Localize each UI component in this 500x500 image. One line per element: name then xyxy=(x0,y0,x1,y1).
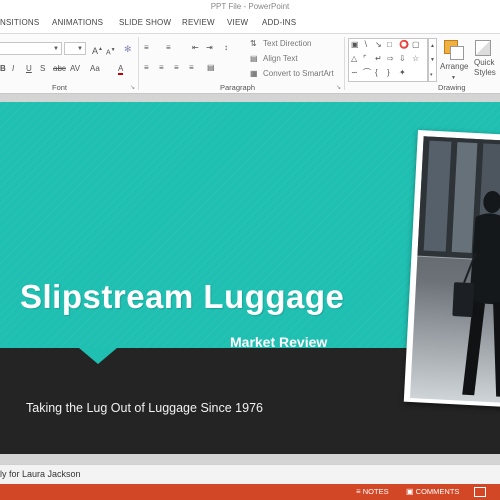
elbow-arrow-shape-icon[interactable]: ↵ xyxy=(375,54,382,64)
align-text-button[interactable]: Align Text xyxy=(263,54,298,63)
rectangle-shape-icon[interactable]: □ xyxy=(387,40,392,50)
status-bar: ≡ NOTES ▣ COMMENTS xyxy=(0,484,500,500)
arc-shape-icon[interactable]: ⌒ xyxy=(363,68,371,78)
justify-icon[interactable]: ≡ xyxy=(189,63,194,73)
arrow-line-shape-icon[interactable]: ↘ xyxy=(375,40,382,50)
slide-title[interactable]: Slipstream Luggage xyxy=(20,278,344,316)
oval-shape-icon[interactable]: ⭕ xyxy=(399,40,409,50)
font-group-label: Font xyxy=(52,83,68,92)
underline-button[interactable]: U xyxy=(26,64,32,74)
tab-review[interactable]: REVIEW xyxy=(182,18,215,27)
more-shapes-icon[interactable]: ▾ xyxy=(430,70,433,80)
bullets-icon[interactable]: ≡ xyxy=(144,43,149,53)
strikethrough-button[interactable]: abc xyxy=(53,64,66,74)
triangle-shape-icon[interactable]: △ xyxy=(351,54,357,64)
chevron-down-icon[interactable]: ▼ xyxy=(430,55,435,65)
tab-slide-show[interactable]: SLIDE SHOW xyxy=(119,18,171,27)
tab-transitions[interactable]: NSITIONS xyxy=(0,18,39,27)
shapes-gallery-scroll[interactable]: ▲ ▼ ▾ xyxy=(428,38,437,82)
font-name-dropdown[interactable]: ▼ xyxy=(0,42,62,55)
tab-view[interactable]: VIEW xyxy=(227,18,248,27)
columns-icon[interactable]: ▤ xyxy=(207,63,215,73)
group-divider xyxy=(344,37,345,90)
title-bar: PPT File - PowerPoint xyxy=(0,0,500,14)
normal-view-icon[interactable] xyxy=(474,487,486,497)
slide-photo[interactable] xyxy=(403,130,500,408)
arrange-icon-back xyxy=(450,46,464,60)
brace-shape-icon[interactable]: { xyxy=(375,68,378,78)
quick-styles-button[interactable]: Quick Styles xyxy=(472,38,500,82)
quick-styles-label-2: Styles xyxy=(474,68,496,77)
decrease-indent-icon[interactable]: ⇤ xyxy=(192,43,199,53)
decrease-font-size-button[interactable]: A▼ xyxy=(106,45,116,58)
ribbon: ▼ ▼ A▲ A▼ ✻ B I U S abc AV Aa A Font ↘ ≡… xyxy=(0,33,500,94)
arrange-button[interactable]: Arrange ▼ xyxy=(440,38,470,82)
right-arrow-shape-icon[interactable]: ⇨ xyxy=(387,54,394,64)
slide[interactable]: Slipstream Luggage Market Review Taking … xyxy=(0,102,500,454)
star-burst-shape-icon[interactable]: ✦ xyxy=(399,68,406,78)
numbering-icon[interactable]: ≡ xyxy=(166,43,171,53)
window-title: PPT File - PowerPoint xyxy=(210,2,290,11)
slide-notch-shape xyxy=(79,348,117,364)
text-direction-button[interactable]: Text Direction xyxy=(263,39,311,48)
elbow-connector-shape-icon[interactable]: ⌜ xyxy=(363,54,367,64)
character-spacing-button[interactable]: AV xyxy=(70,64,80,74)
chevron-down-icon: ▼ xyxy=(451,75,456,81)
arrange-label: Arrange xyxy=(440,62,469,71)
italic-button[interactable]: I xyxy=(12,64,14,74)
traveler-photo-image xyxy=(409,136,500,404)
align-center-icon[interactable]: ≡ xyxy=(159,63,164,73)
slide-tagline[interactable]: Taking the Lug Out of Luggage Since 1976 xyxy=(26,401,263,415)
paragraph-group-label: Paragraph xyxy=(220,83,256,92)
comment-icon: ▣ xyxy=(406,487,414,496)
author-info-text: ly for Laura Jackson xyxy=(0,469,81,479)
text-box-shape-icon[interactable]: ▣ xyxy=(351,40,359,50)
rounded-rectangle-shape-icon[interactable]: ▢ xyxy=(412,40,420,50)
align-text-icon: ▤ xyxy=(250,54,258,63)
down-arrow-shape-icon[interactable]: ⇩ xyxy=(399,54,406,64)
line-spacing-icon[interactable]: ↕ xyxy=(224,43,228,53)
group-divider xyxy=(138,37,139,90)
drawing-group-label: Drawing xyxy=(438,83,466,92)
tab-animations[interactable]: ANIMATIONS xyxy=(52,18,103,27)
curve-shape-icon[interactable]: ∽ xyxy=(351,68,358,78)
increase-indent-icon[interactable]: ⇥ xyxy=(206,43,213,53)
bold-button[interactable]: B xyxy=(0,64,6,74)
ribbon-tabs: NSITIONS ANIMATIONS SLIDE SHOW REVIEW VI… xyxy=(0,14,500,33)
quick-styles-icon xyxy=(475,40,491,56)
notes-strip[interactable]: ly for Laura Jackson xyxy=(0,464,500,484)
shapes-gallery[interactable]: ▣ ∖ ↘ □ ⭕ ▢ △ ⌜ ↵ ⇨ ⇩ ☆ ∽ ⌒ { } ✦ xyxy=(348,38,428,82)
change-case-button[interactable]: Aa xyxy=(90,64,100,74)
star-shape-icon[interactable]: ☆ xyxy=(412,54,419,64)
font-color-button[interactable]: A xyxy=(118,64,124,75)
notes-icon: ≡ xyxy=(356,487,361,496)
align-left-icon[interactable]: ≡ xyxy=(144,63,149,73)
increase-font-size-button[interactable]: A▲ xyxy=(92,44,103,56)
brace-right-shape-icon[interactable]: } xyxy=(387,68,390,78)
notes-button[interactable]: ≡ NOTES xyxy=(356,487,389,496)
slide-editing-area[interactable]: Slipstream Luggage Market Review Taking … xyxy=(0,94,500,464)
chevron-up-icon[interactable]: ▲ xyxy=(430,41,435,51)
text-shadow-button[interactable]: S xyxy=(40,64,45,74)
quick-styles-label-1: Quick xyxy=(474,58,495,67)
dialog-launcher-icon[interactable]: ↘ xyxy=(130,84,135,91)
chevron-down-icon: ▼ xyxy=(77,46,83,52)
font-size-dropdown[interactable]: ▼ xyxy=(64,42,86,55)
smartart-icon: ▦ xyxy=(250,69,258,78)
align-right-icon[interactable]: ≡ xyxy=(174,63,179,73)
chevron-down-icon: ▼ xyxy=(53,46,59,52)
tab-add-ins[interactable]: ADD-INS xyxy=(262,18,296,27)
convert-smartart-button[interactable]: Convert to SmartArt xyxy=(263,69,334,78)
dialog-launcher-icon[interactable]: ↘ xyxy=(336,84,341,91)
line-shape-icon[interactable]: ∖ xyxy=(363,40,368,50)
comments-button[interactable]: ▣ COMMENTS xyxy=(406,487,459,496)
clear-formatting-icon[interactable]: ✻ xyxy=(124,44,132,54)
text-direction-icon: ⇅ xyxy=(250,39,257,48)
slide-subtitle[interactable]: Market Review xyxy=(230,334,327,350)
